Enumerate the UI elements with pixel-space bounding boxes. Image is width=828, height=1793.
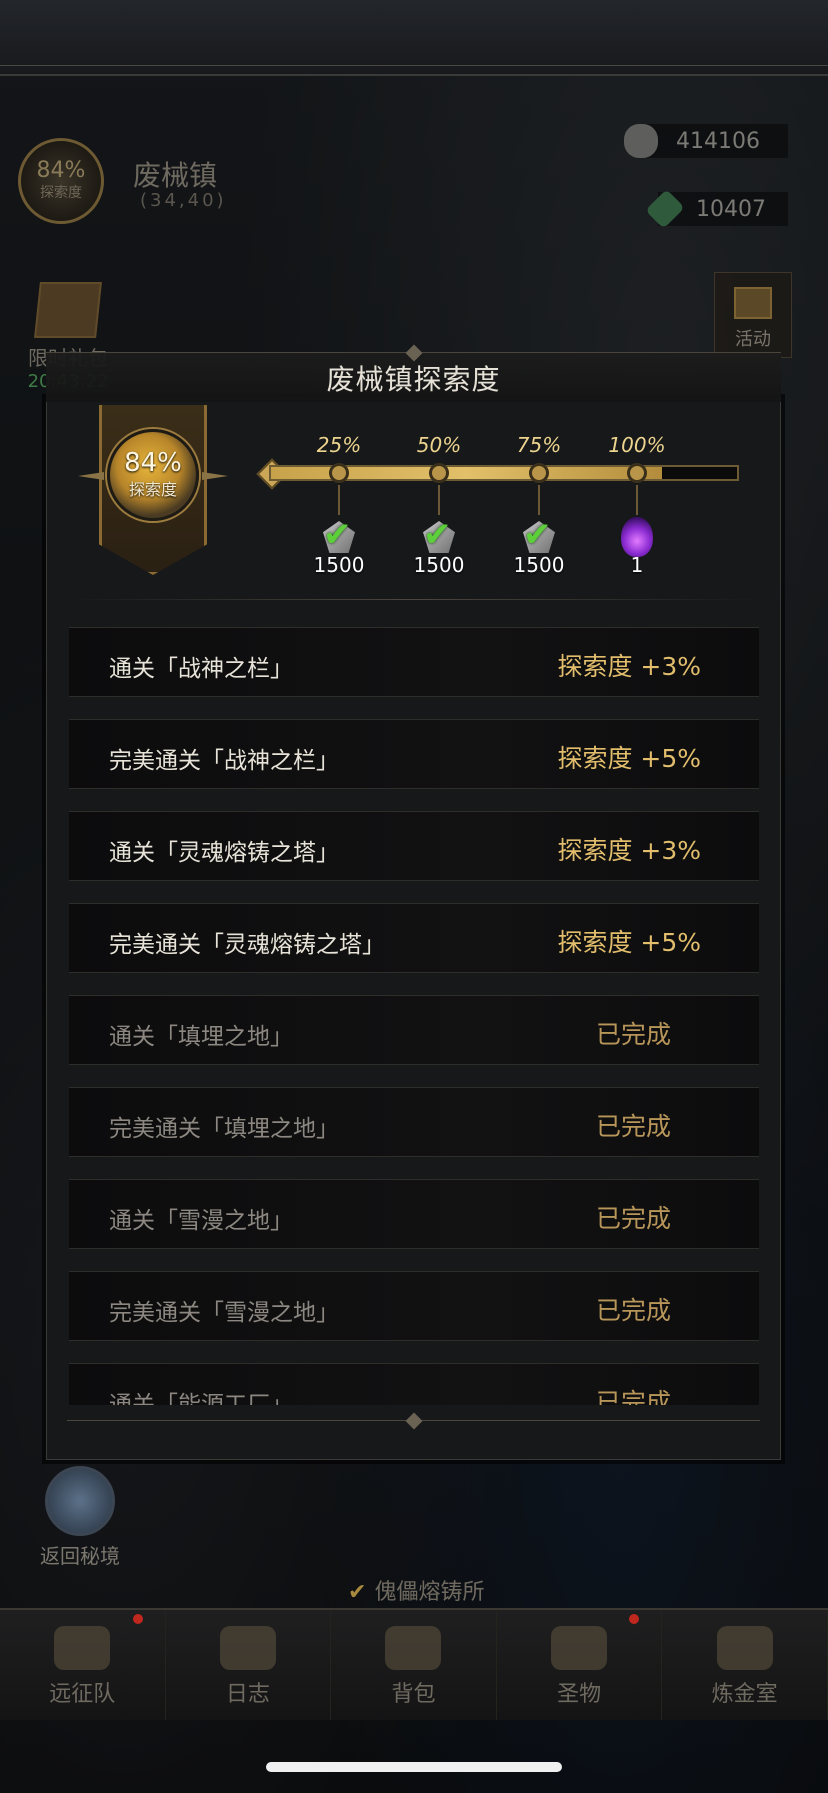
divider [67,599,760,600]
resource-stone-value: 414106 [676,128,760,154]
exploration-percent: 84% [124,448,182,478]
task-reward: 探索度 +5% [557,744,701,773]
activity-label: 活动 [735,329,771,350]
bottom-nav: 远征队 日志 背包 圣物 炼金室 [0,1608,828,1720]
task-row[interactable]: 完美通关「灵魂熔铸之塔」 探索度 +5% [69,903,759,973]
task-row[interactable]: 通关「雪漫之地」 已完成 [69,1179,759,1249]
task-row[interactable]: 通关「战神之栏」 探索度 +3% [69,627,759,697]
check-icon: ✔ [423,515,452,555]
task-reward: 探索度 +3% [557,836,701,865]
location-exploration-medal[interactable]: 84% 探索度 [18,138,104,224]
task-reward: 探索度 +5% [557,928,701,957]
relic-icon [551,1626,608,1670]
gift-box-icon [734,287,772,319]
top-bar [0,0,828,76]
task-name: 完美通关「灵魂熔铸之塔」 [109,932,385,958]
milestone-percent: 100% [608,433,666,457]
treasure-chest-icon [34,282,102,338]
nav-item-label: 远征队 [49,1682,116,1707]
modal-title: 废械镇探索度 [326,362,501,396]
milestone-connector [636,485,638,515]
task-row[interactable]: 通关「灵魂熔铸之塔」 探索度 +3% [69,811,759,881]
task-row[interactable]: 通关「能源工厂」 已完成 [69,1363,759,1405]
location-exploration-percent: 84% [36,158,86,183]
stone-icon [624,124,658,158]
exploration-label: 探索度 [128,480,177,499]
check-icon: ✔ [323,515,352,555]
nav-item[interactable]: 圣物 [497,1610,663,1720]
resource-green-gem[interactable]: 10407 [645,189,788,229]
milestone-reward-count: 1 [630,553,644,577]
foundry-label[interactable]: ✔ 傀儡熔铸所 [348,1574,484,1606]
milestone-node [627,463,647,483]
milestone-reward-count: 1500 [413,553,465,577]
task-status: 已完成 [595,1020,671,1049]
check-icon: ✔ [523,515,552,555]
task-row[interactable]: 通关「填埋之地」 已完成 [69,995,759,1065]
notification-badge [629,1614,640,1624]
milestone-percent: 75% [516,433,562,457]
home-indicator[interactable] [266,1762,562,1772]
task-name: 通关「灵魂熔铸之塔」 [109,840,339,866]
check-icon: ✔ [348,1580,367,1605]
task-status: 已完成 [595,1388,671,1405]
alchemy-icon [716,1626,773,1670]
milestone-node [329,463,349,483]
backpack-icon [385,1626,442,1670]
location-coords: (34,40) [140,190,227,211]
nav-item[interactable]: 炼金室 [662,1610,828,1720]
task-row[interactable]: 完美通关「雪漫之地」 已完成 [69,1271,759,1341]
scroll-icon [219,1626,276,1670]
milestone-node [529,463,549,483]
portal-icon [45,1466,115,1536]
milestone-percent: 25% [316,433,362,457]
task-name: 通关「战神之栏」 [109,656,293,682]
milestone-connector [338,485,340,515]
bottom-ornament [405,1412,422,1430]
task-status: 已完成 [595,1112,671,1141]
viking-helmet-icon [54,1626,111,1670]
return-portal-button[interactable]: 返回秘境 [30,1466,130,1569]
nav-item-label: 日志 [225,1682,270,1707]
foundry-name: 傀儡熔铸所 [374,1580,485,1605]
task-name: 通关「填埋之地」 [109,1024,293,1050]
task-name: 完美通关「填埋之地」 [109,1116,339,1142]
task-list[interactable]: 通关「战神之栏」 探索度 +3% 完美通关「战神之栏」 探索度 +5% 通关「灵魂熔铸之… [69,627,759,1405]
resource-stone[interactable]: 414106 [624,124,788,158]
task-row[interactable]: 完美通关「填埋之地」 已完成 [69,1087,759,1157]
milestone-reward-count: 1500 [313,553,365,577]
milestone-connector [438,485,440,515]
nav-item-label: 圣物 [557,1682,602,1707]
task-row[interactable]: 完美通关「战神之栏」 探索度 +5% [69,719,759,789]
milestone-reward-count: 1500 [513,553,565,577]
task-status: 已完成 [595,1296,671,1325]
resource-green-gem-value: 10407 [696,196,766,222]
milestone-connector [538,485,540,515]
location-name: 废械镇 [133,159,218,192]
exploration-modal: 84% 探索度 25% ✔ 1500 50% ✔ 1500 75% ✔ 1500 100% 1 通关… [46,398,781,1460]
task-name: 完美通关「战神之栏」 [109,748,339,774]
milestone-percent: 50% [416,433,462,457]
exploration-medal: 84% 探索度 [107,429,199,521]
purple-flame-icon [621,517,653,557]
milestone-node [429,463,449,483]
location-exploration-label: 探索度 [40,185,82,201]
return-portal-label: 返回秘境 [40,1544,120,1568]
notification-badge [132,1614,143,1624]
task-name: 通关「雪漫之地」 [109,1208,293,1234]
nav-item-label: 背包 [391,1682,436,1707]
task-name: 通关「能源工厂」 [109,1392,293,1405]
modal-header: 废械镇探索度 [46,344,781,402]
task-status: 已完成 [595,1204,671,1233]
activity-button[interactable]: 活动 [714,272,792,358]
nav-item[interactable]: 背包 [331,1610,497,1720]
nav-item[interactable]: 日志 [166,1610,332,1720]
task-reward: 探索度 +3% [557,652,701,681]
nav-item[interactable]: 远征队 [0,1610,166,1720]
nav-item-label: 炼金室 [711,1682,778,1707]
task-name: 完美通关「雪漫之地」 [109,1300,339,1326]
